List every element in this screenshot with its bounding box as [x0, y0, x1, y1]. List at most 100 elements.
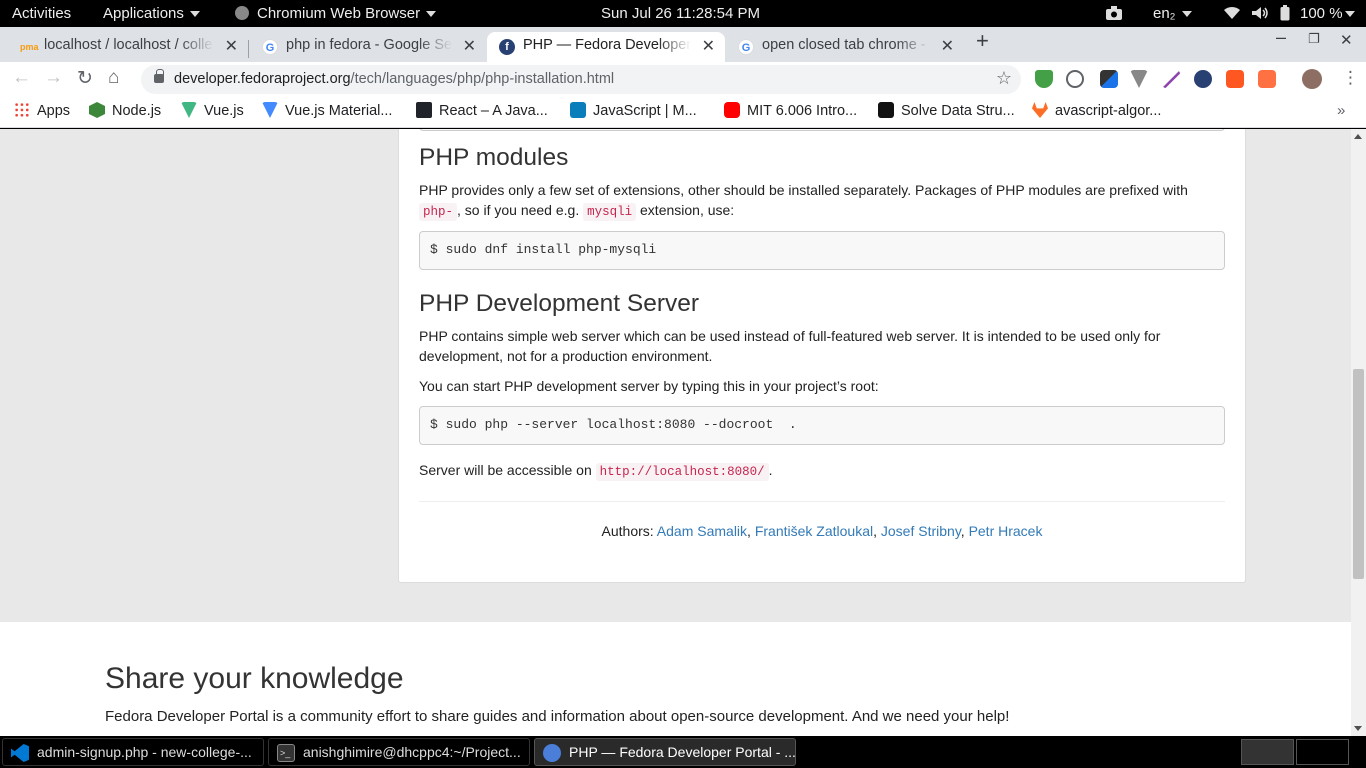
new-tab-button[interactable]: + [976, 28, 989, 54]
clock[interactable]: Sun Jul 26 11:28:54 PM [601, 0, 760, 27]
taskbar-item-label: anishghimire@dhcppc4:~/Project... [303, 744, 521, 760]
close-icon[interactable]: ✕ [463, 36, 476, 56]
bookmark-label: Solve Data Stru... [901, 103, 1015, 119]
code-block-install-mysqli[interactable]: $ sudo dnf install php-mysqli [419, 231, 1225, 270]
forward-icon[interactable]: → [44, 67, 63, 89]
reload-icon[interactable]: ↻ [77, 67, 93, 90]
taskbar-item-label: PHP — Fedora Developer Portal - ... [569, 744, 796, 760]
tab-google-search-php-fedora[interactable]: G php in fedora - Google Sea ✕ [250, 32, 486, 62]
battery-percentage: 100 % [1300, 5, 1343, 22]
url-text[interactable]: developer.fedoraproject.org/tech/languag… [174, 71, 614, 87]
modules-text-1: PHP provides only a few set of extension… [419, 182, 1188, 198]
keyboard-layout-label: en₂ [1153, 5, 1176, 22]
more-bookmarks-chevron-icon[interactable]: » [1337, 102, 1345, 119]
taskbar-item-chromium[interactable]: PHP — Fedora Developer Portal - ... [534, 738, 796, 766]
page-scrollbar[interactable] [1351, 129, 1366, 736]
author-link-josef-stribny[interactable]: Josef Stribny [881, 523, 961, 539]
close-window-icon[interactable]: ✕ [1340, 31, 1353, 49]
tab-fedora-php[interactable]: f PHP — Fedora Developer ✕ [487, 32, 725, 62]
bookmark-solve-data-structures[interactable]: Solve Data Stru... [878, 102, 1015, 119]
circle-extension-icon[interactable] [1066, 70, 1084, 88]
tab-divider [248, 40, 249, 58]
wifi-icon[interactable] [1223, 0, 1241, 27]
bookmark-javascript-algorithms[interactable]: avascript-algor... [1032, 102, 1161, 119]
fedora-icon: f [499, 39, 515, 55]
minimize-icon[interactable]: – [1276, 27, 1286, 48]
system-menu-chevron-icon[interactable] [1345, 0, 1355, 27]
share-knowledge-heading: Share your knowledge [105, 662, 404, 695]
bookmark-label: Node.js [112, 103, 162, 119]
bookmark-label: Apps [37, 103, 71, 119]
fedora-extension-icon[interactable] [1194, 70, 1212, 88]
phpmyadmin-icon: pma [20, 42, 39, 52]
bookmark-vue-material[interactable]: Vue.js Material... [262, 102, 392, 119]
bookmark-vuejs[interactable]: Vue.js [181, 102, 244, 119]
c-extension-icon[interactable] [1226, 70, 1244, 88]
lock-icon[interactable] [154, 69, 164, 83]
accessible-text: Server will be accessible on [419, 462, 592, 478]
restore-icon[interactable]: ❐ [1308, 31, 1320, 47]
code-block-php-server[interactable]: $ sudo php --server localhost:8080 --doc… [419, 406, 1225, 445]
modules-text-2: , so if you need e.g. [457, 202, 580, 218]
bookmark-star-icon[interactable]: ☆ [996, 68, 1012, 89]
home-icon[interactable]: ⌂ [108, 67, 119, 89]
back-icon[interactable]: ← [12, 67, 31, 89]
bookmark-mit-6006[interactable]: MIT 6.006 Intro... [724, 102, 857, 119]
scroll-down-arrow-icon[interactable] [1354, 726, 1362, 731]
bookmark-mdn-javascript[interactable]: JavaScript | M... [570, 102, 697, 119]
menu-kebab-icon[interactable]: ⋮ [1342, 68, 1359, 88]
apps-grid-icon [14, 102, 30, 118]
volume-icon[interactable] [1251, 0, 1269, 27]
applications-menu[interactable]: Applications [103, 0, 200, 27]
battery-icon[interactable] [1280, 0, 1290, 27]
feather-extension-icon[interactable] [1162, 70, 1180, 88]
php-dev-server-start-paragraph: You can start PHP development server by … [419, 378, 879, 394]
authors-line: Authors: Adam Samalik, František Zatlouk… [601, 523, 1043, 539]
close-icon[interactable]: ✕ [225, 36, 238, 56]
bookmark-apps[interactable]: Apps [14, 102, 70, 119]
eyedropper-extension-icon[interactable] [1100, 70, 1118, 88]
percent-extension-icon[interactable] [1258, 70, 1276, 88]
author-link-adam-samalik[interactable]: Adam Samalik [657, 523, 747, 539]
chevron-down-icon [1181, 11, 1192, 18]
google-icon: G [738, 39, 754, 55]
bookmark-label: Vue.js Material... [285, 103, 393, 119]
author-link-frantisek-zatloukal[interactable]: František Zatloukal [755, 523, 873, 539]
address-bar[interactable]: developer.fedoraproject.org/tech/languag… [141, 65, 1021, 94]
close-icon[interactable]: ✕ [702, 36, 715, 56]
author-link-petr-hracek[interactable]: Petr Hracek [969, 523, 1043, 539]
taskbar-item-vscode[interactable]: admin-signup.php - new-college-... [2, 738, 264, 766]
keyboard-layout-menu[interactable]: en₂ [1153, 0, 1192, 27]
php-dev-server-paragraph: PHP contains simple web server which can… [419, 328, 1161, 364]
browser-toolbar: ← → ↻ ⌂ developer.fedoraproject.org/tech… [0, 62, 1366, 97]
screenshot-icon[interactable] [1105, 0, 1123, 27]
tab-google-search-open-closed-tab[interactable]: G open closed tab chrome - G ✕ [726, 32, 964, 62]
bookmark-nodejs[interactable]: Node.js [89, 102, 161, 119]
shield-extension-icon[interactable] [1035, 70, 1053, 88]
modules-text-3: extension, use: [640, 202, 735, 218]
close-icon[interactable]: ✕ [941, 36, 954, 56]
tab-title: php in fedora - Google Sea [286, 37, 452, 53]
app-menu[interactable]: Chromium Web Browser [235, 0, 437, 27]
tab-title: PHP — Fedora Developer [523, 37, 691, 53]
scrollbar-thumb[interactable] [1353, 369, 1364, 579]
vuejs-icon [181, 102, 197, 118]
taskbar-item-terminal[interactable]: >_ anishghimire@dhcppc4:~/Project... [268, 738, 530, 766]
bookmarks-bar: Apps Node.js Vue.js Vue.js Material... R… [0, 97, 1366, 128]
activities-button[interactable]: Activities [12, 0, 71, 27]
tab-phpmyadmin[interactable]: pma localhost / localhost / colle ✕ [8, 32, 248, 62]
inline-code-localhost-url: http://localhost:8080/ [595, 463, 769, 481]
share-knowledge-section: Share your knowledge Fedora Developer Po… [0, 622, 1351, 736]
url-path: /tech/languages/php/php-installation.htm… [350, 71, 615, 87]
accessible-end: . [768, 462, 773, 478]
vue-devtools-extension-icon[interactable] [1130, 70, 1148, 88]
workspace-1[interactable] [1241, 739, 1294, 765]
gitlab-icon [1032, 102, 1048, 118]
workspace-2[interactable] [1296, 739, 1349, 765]
article-card: PHP modules PHP provides only a few set … [398, 129, 1246, 583]
url-host: developer.fedoraproject.org [174, 71, 351, 87]
bookmark-react[interactable]: React – A Java... [416, 102, 548, 119]
app-menu-label: Chromium Web Browser [257, 5, 421, 22]
scroll-up-arrow-icon[interactable] [1354, 134, 1362, 139]
profile-avatar[interactable] [1302, 69, 1322, 89]
